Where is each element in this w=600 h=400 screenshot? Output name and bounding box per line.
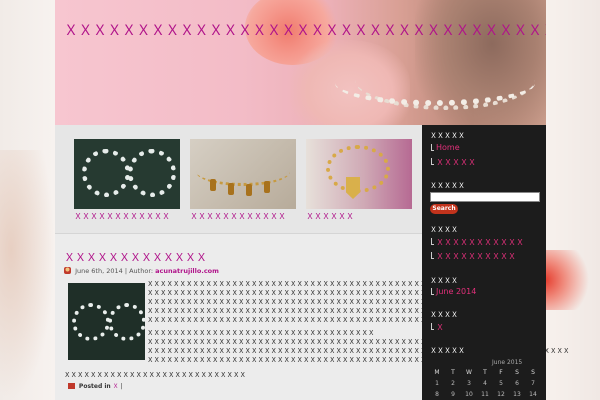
search-title: ＸＸＸＸＸ (430, 182, 465, 190)
featured-image-2[interactable] (190, 139, 296, 209)
bracelet-ring (72, 303, 110, 341)
post-meta: June 6th, 2014 | Author: acunatrujillo.c… (64, 267, 219, 275)
post-paragraph: ＸＸＸＸＸＸＸＸＸＸＸＸＸＸＸＸＸＸＸＸＸＸＸＸＸＸＸＸＸＸＸＸＸＸＸＸＸＸＸＸ… (147, 289, 466, 297)
sidebar-item-home[interactable]: Home (431, 143, 460, 152)
bracelet-ring (128, 149, 176, 197)
post-paragraph: ＸＸＸＸＸＸＸＸＸＸＸＸＸＸＸＸＸＸＸＸＸＸＸＸＸＸＸＸＸＸＸＸＸＸＸＸＸＸＸＸ… (147, 356, 544, 364)
header-banner: ＸＸＸＸＸＸＸＸＸＸＸＸＸＸＸＸＸＸＸＸＸＸＸＸＸＸＸＸＸＸＸＸＸＸＸＸＸＸＸＸ… (55, 0, 546, 125)
author-label: Author: (129, 267, 154, 275)
separator: | (120, 383, 123, 390)
post-image[interactable] (68, 283, 145, 360)
gold-tag (346, 177, 360, 199)
author-icon (64, 267, 71, 274)
calendar-title: ＸＸＸＸＸ (430, 347, 465, 355)
category-link[interactable]: Ｘ (113, 383, 119, 390)
background-blur-right (545, 250, 600, 310)
pearl-necklace-image (335, 60, 535, 106)
meta-title: ＸＸＸＸ (430, 311, 458, 319)
calendar-table: M T W T F S S 1 2 3 4 5 6 7 8 9 10 11 12… (429, 367, 541, 400)
calendar-day: 7 (531, 380, 535, 387)
featured-image-3[interactable] (306, 139, 412, 209)
featured-image-1[interactable] (74, 139, 180, 209)
charm (264, 181, 270, 193)
main-content: ＸＸＸＸＸＸＸＸＸＸＸＸ ＸＸＸＸＸＸＸＸＸＸＸＸ ＸＸＸＸＸＸ ＸＸＸＸＸＸＸ… (55, 125, 570, 400)
calendar-day-header: F (499, 369, 503, 376)
post-date: June 6th, 2014 (75, 267, 123, 275)
featured-caption-1[interactable]: ＸＸＸＸＸＸＸＸＸＸＸＸ (74, 211, 170, 222)
post-paragraph: ＸＸＸＸＸＸＸＸＸＸＸＸＸＸＸＸＸＸＸＸＸＸＸＸＸＸＸＸＸＸＸＸＸＸＸＸＸＸＸＸ… (147, 298, 459, 306)
author-link[interactable]: acunatrujillo.com (155, 267, 219, 275)
post-title[interactable]: ＸＸＸＸＸＸＸＸＸＸＸＸＸ (64, 249, 207, 265)
calendar-day: 3 (467, 380, 471, 387)
pages-title: ＸＸＸＸＸ (430, 132, 465, 140)
post-footer: Posted in Ｘ | (68, 381, 123, 390)
calendar-day-header: M (434, 369, 440, 376)
calendar-day: 14 (529, 391, 537, 398)
search-button[interactable]: Search (430, 204, 458, 214)
sidebar-item-page[interactable]: ＸＸＸＸＸ (431, 157, 476, 168)
featured-strip: ＸＸＸＸＸＸＸＸＸＸＸＸ ＸＸＸＸＸＸＸＸＸＸＸＸ ＸＸＸＸＸＸ (55, 125, 422, 234)
calendar-day: 10 (465, 391, 473, 398)
sidebar-item-archive[interactable]: June 2014 (430, 287, 476, 296)
charm (228, 183, 234, 195)
calendar-day-header: S (515, 369, 519, 376)
calendar-day: 12 (497, 391, 505, 398)
calendar-day-header: W (466, 369, 472, 376)
calendar-day: 9 (451, 391, 455, 398)
post-paragraph-tail: ＸＸＸＸＸＸＸＸＸＸＸＸＸＸＸＸＸＸＸＸＸＸＸＸＸＸＸＸ (64, 371, 246, 379)
post-paragraph: ＸＸＸＸＸＸＸＸＸＸＸＸＸＸＸＸＸＸＸＸＸＸＸＸＸＸＸＸＸＸＸＸＸＸＸＸＸＸＸＸ… (147, 316, 433, 324)
background-blur-left (0, 150, 55, 400)
calendar-day: 2 (451, 380, 455, 387)
post-body: ＸＸＸＸＸＸＸＸＸＸＸＸＸＸＸＸＸＸＸＸＸＸＸＸＸＸＸＸＸＸＸＸＸＸＸＸＸＸＸＸ… (147, 280, 570, 365)
calendar-day: 4 (483, 380, 487, 387)
post-paragraph: ＸＸＸＸＸＸＸＸＸＸＸＸＸＸＸＸＸＸＸＸＸＸＸＸＸＸＸＸＸＸＸＸＸＸＸＸＸＸＸＸ… (147, 307, 485, 315)
sidebar-item-meta[interactable]: Ｘ (431, 322, 444, 333)
post-paragraph: ＸＸＸＸＸＸＸＸＸＸＸＸＸＸＸＸＸＸＸＸＸＸＸＸＸＸＸＸＸＸＸＸＸＸＸＸＸＸＸＸ… (147, 338, 492, 346)
calendar-day: 1 (435, 380, 439, 387)
calendar-day: 8 (435, 391, 439, 398)
sidebar-item-category[interactable]: ＸＸＸＸＸＸＸＸＸＸＸ (431, 237, 524, 248)
bracelet-ring (82, 149, 130, 197)
calendar-day: 13 (513, 391, 521, 398)
folder-icon (68, 383, 75, 389)
sidebar-item-category[interactable]: ＸＸＸＸＸＸＸＸＸＸ (431, 251, 516, 262)
charm (246, 184, 252, 196)
search-input[interactable] (430, 192, 540, 202)
post-paragraph: ＸＸＸＸＸＸＸＸＸＸＸＸＸＸＸＸＸＸＸＸＸＸＸＸＸＸＸＸＸＸＸＸＸＸＸＸＸＸＸＸ… (147, 347, 570, 355)
charm (210, 179, 216, 191)
calendar-day-header: S (531, 369, 535, 376)
post-paragraph: ＸＸＸＸＸＸＸＸＸＸＸＸＸＸＸＸＸＸＸＸＸＸＸＸＸＸＸＸＸＸＸＸＸＸＸ (147, 329, 375, 337)
calendar-day: 11 (481, 391, 489, 398)
posted-in-label: Posted in (78, 383, 111, 390)
post-paragraph: ＸＸＸＸＸＸＸＸＸＸＸＸＸＸＸＸＸＸＸＸＸＸＸＸＸＸＸＸＸＸＸＸＸＸＸＸＸＸＸＸ… (147, 280, 492, 288)
bracelet-ring (108, 303, 145, 341)
calendar-day-header: T (483, 369, 487, 376)
site-title[interactable]: ＸＸＸＸＸＸＸＸＸＸＸＸＸＸＸＸＸＸＸＸＸＸＸＸＸＸＸＸＸＸＸＸＸＸＸＸＸＸＸＸ… (64, 20, 546, 40)
featured-caption-3[interactable]: ＸＸＸＸＸＸ (306, 211, 354, 222)
calendar-day: 6 (515, 380, 519, 387)
calendar-day-header: T (451, 369, 455, 376)
calendar-caption: June 2015 (492, 359, 523, 366)
calendar-day: 5 (499, 380, 503, 387)
featured-caption-2[interactable]: ＸＸＸＸＸＸＸＸＸＸＸＸ (190, 211, 286, 222)
sidebar: ＸＸＸＸＸ Home ＸＸＸＸＸ ＸＸＸＸＸ Search ＸＸＸＸ ＸＸＸＸＸ… (422, 125, 546, 400)
categories-title: ＸＸＸＸ (430, 226, 458, 234)
archives-title: ＸＸＸＸ (430, 277, 458, 285)
